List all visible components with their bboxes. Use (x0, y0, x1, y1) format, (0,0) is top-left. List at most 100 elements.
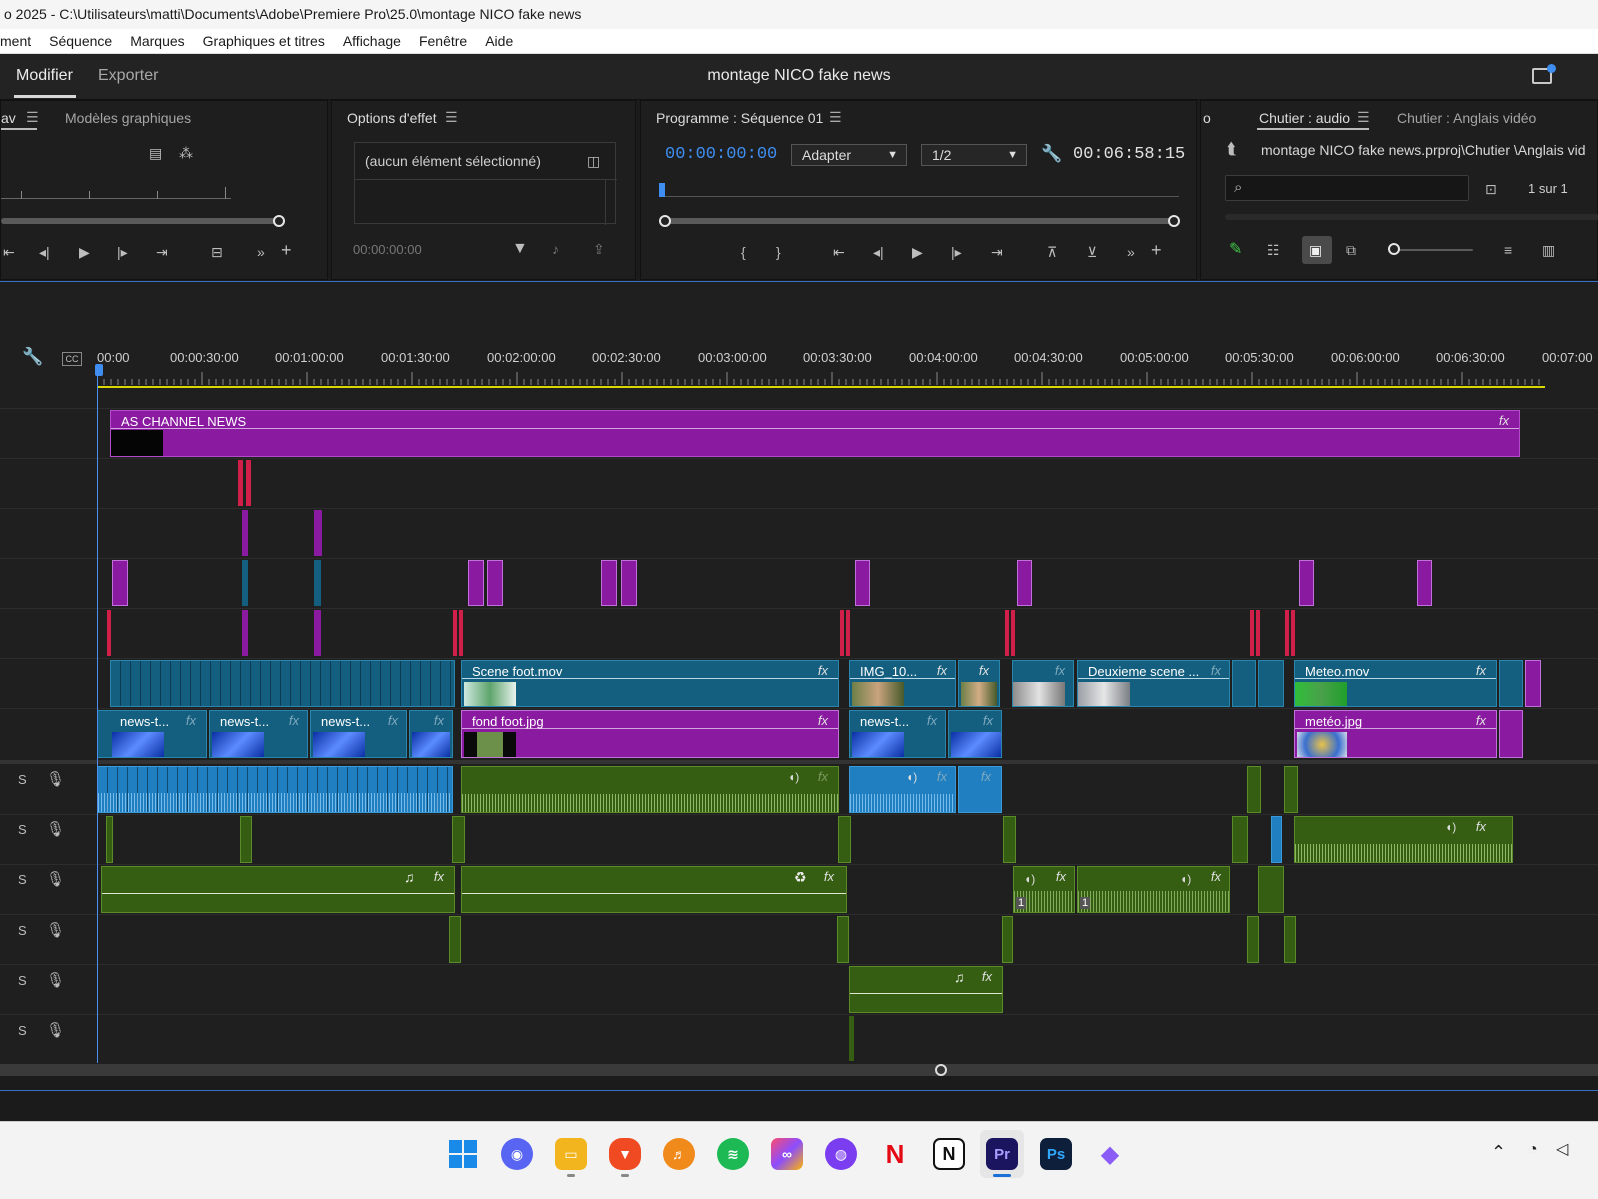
purple-marker-clip[interactable] (1017, 560, 1032, 606)
audio-clip-music[interactable]: ♻ fx (461, 866, 847, 913)
music-note-icon[interactable]: ♫ (954, 969, 965, 985)
purple-marker-clip[interactable] (855, 560, 870, 606)
bin-zoom-slider[interactable] (1393, 249, 1473, 251)
tab-source-partial[interactable]: av (1, 110, 16, 126)
discord-icon[interactable]: ◉ (501, 1138, 533, 1170)
fx-icon[interactable]: fx (937, 663, 947, 678)
zoom-handle-left[interactable] (659, 215, 671, 227)
chevron-up-icon[interactable]: ⌃ (1491, 1143, 1506, 1161)
microphone-icon[interactable]: 🎙 (46, 921, 65, 939)
red-marker-clip[interactable] (453, 610, 457, 656)
new-search-bin-icon[interactable]: ⊡ (1485, 181, 1497, 197)
mark-in-icon[interactable]: { (741, 244, 746, 260)
list-view-icon[interactable]: ☷ (1267, 242, 1280, 258)
tab-program[interactable]: Programme : Séquence 01 (656, 110, 823, 126)
red-marker-clip[interactable] (1250, 610, 1254, 656)
media-app-icon[interactable]: ◍ (825, 1138, 857, 1170)
fx-icon[interactable]: fx (927, 713, 937, 728)
menu-item-help[interactable]: Aide (485, 33, 513, 49)
zoom-handle-right[interactable] (1168, 215, 1180, 227)
red-marker-clip[interactable] (846, 610, 850, 656)
red-marker-clip[interactable] (1011, 610, 1015, 656)
panel-menu-icon[interactable]: ☰ (26, 109, 39, 126)
premiere-pro-icon[interactable]: Pr (986, 1138, 1018, 1170)
microphone-icon[interactable]: 🎙 (46, 1021, 65, 1039)
solo-button[interactable]: S (18, 1023, 27, 1038)
audio-clip-green[interactable] (240, 816, 252, 863)
timeline-clip-teal[interactable] (1232, 660, 1256, 707)
fx-icon[interactable]: fx (434, 713, 444, 728)
step-forward-icon[interactable]: |▸ (951, 244, 962, 260)
purple-marker-clip[interactable] (601, 560, 617, 606)
file-explorer-icon[interactable]: ▭ (555, 1138, 587, 1170)
timeline-ruler[interactable] (97, 370, 1557, 388)
more-icon[interactable]: » (257, 244, 265, 260)
tab-graphic-models[interactable]: Modèles graphiques (65, 110, 191, 126)
audio-clip-green[interactable] (837, 916, 849, 963)
audio-clip-blue[interactable]: fx (958, 766, 1002, 813)
captions-icon[interactable]: CC (62, 352, 82, 366)
timeline-clip-teal[interactable]: fx (948, 710, 1002, 758)
audio-clip-blue-group[interactable] (97, 766, 453, 813)
menu-item-view[interactable]: Affichage (343, 33, 401, 49)
panel-menu-icon[interactable]: ☰ (1357, 109, 1370, 126)
step-back-icon[interactable]: ◂| (39, 244, 50, 260)
program-playhead[interactable] (659, 183, 665, 197)
audio-clip-green[interactable] (449, 916, 461, 963)
audio-clip-green[interactable] (106, 816, 113, 863)
creative-cloud-icon[interactable]: ∞ (771, 1138, 803, 1170)
timeline-clip-teal[interactable]: fx (409, 710, 453, 758)
fx-icon[interactable]: fx (1476, 819, 1486, 834)
red-marker-clip[interactable] (1005, 610, 1009, 656)
purple-marker-clip[interactable] (621, 560, 637, 606)
menu-item-sequence[interactable]: Séquence (49, 33, 112, 49)
timeline-clip-as-channel-news[interactable]: AS CHANNEL NEWS fx (110, 410, 1520, 457)
audio-clip-green[interactable] (1247, 916, 1259, 963)
obsidian-icon[interactable]: ◆ (1094, 1138, 1126, 1170)
extract-icon[interactable]: ⊻ (1087, 244, 1097, 260)
solo-button[interactable]: S (18, 872, 27, 887)
microphone-icon[interactable]: 🎙 (46, 770, 65, 788)
video-audio-divider[interactable] (0, 760, 1598, 764)
speaker-icon[interactable]: ◖) (1445, 819, 1456, 835)
fx-icon[interactable]: fx (434, 869, 444, 884)
red-marker-clip[interactable] (1285, 610, 1289, 656)
audio-clip-music[interactable]: ♫ fx (101, 866, 455, 913)
audio-clip-green[interactable] (1003, 816, 1016, 863)
wifi-icon[interactable]: ◔ (1528, 1142, 1538, 1158)
speaker-icon[interactable]: ◖) (1024, 871, 1035, 887)
bin-search-input[interactable]: ⌕ (1225, 175, 1469, 201)
timeline-clip-teal[interactable] (1258, 660, 1284, 707)
go-to-out-icon[interactable]: ⇥ (991, 244, 1003, 260)
fx-icon[interactable]: fx (818, 713, 828, 728)
red-marker-clip[interactable] (246, 460, 251, 506)
timeline-clip-img10[interactable]: IMG_10... fx (849, 660, 956, 707)
purple-marker-clip[interactable] (314, 510, 322, 556)
tab-bin-audio[interactable]: Chutier : audio (1259, 110, 1350, 126)
source-zoom-handle[interactable] (273, 215, 285, 227)
timeline-clip-scene-foot[interactable]: Scene foot.mov fx (461, 660, 839, 707)
remix-icon[interactable]: ♻ (794, 869, 807, 885)
brave-icon[interactable]: ▼ (609, 1138, 641, 1170)
step-forward-icon[interactable]: |▸ (117, 244, 128, 260)
more-icon[interactable]: » (1127, 244, 1135, 260)
windows-start-icon[interactable] (447, 1138, 479, 1170)
fx-icon[interactable]: fx (1476, 663, 1486, 678)
fx-icon[interactable]: fx (1211, 663, 1221, 678)
play-icon[interactable]: ▶ (912, 244, 923, 260)
audio-clip-blue[interactable] (1271, 816, 1282, 863)
solo-button[interactable]: S (18, 973, 27, 988)
source-zoom-bar[interactable] (1, 218, 277, 224)
teal-marker-clip[interactable] (314, 560, 321, 606)
add-button-icon[interactable]: + (1151, 241, 1162, 259)
audio-clip-green[interactable] (1232, 816, 1248, 863)
timeline-clip-deuxieme-scene[interactable]: Deuxieme scene ... fx (1077, 660, 1230, 707)
wrench-icon[interactable]: 🔧 (1041, 145, 1062, 162)
fx-icon[interactable]: fx (388, 713, 398, 728)
automate-icon[interactable]: ▥ (1542, 242, 1555, 258)
audio-icon[interactable]: ♪ (552, 241, 559, 257)
folder-up-icon[interactable]: ⮬ (1227, 142, 1237, 158)
purple-marker-clip[interactable] (487, 560, 503, 606)
lift-icon[interactable]: ⊼ (1047, 244, 1057, 260)
timeline-clip-teal[interactable] (1499, 660, 1523, 707)
